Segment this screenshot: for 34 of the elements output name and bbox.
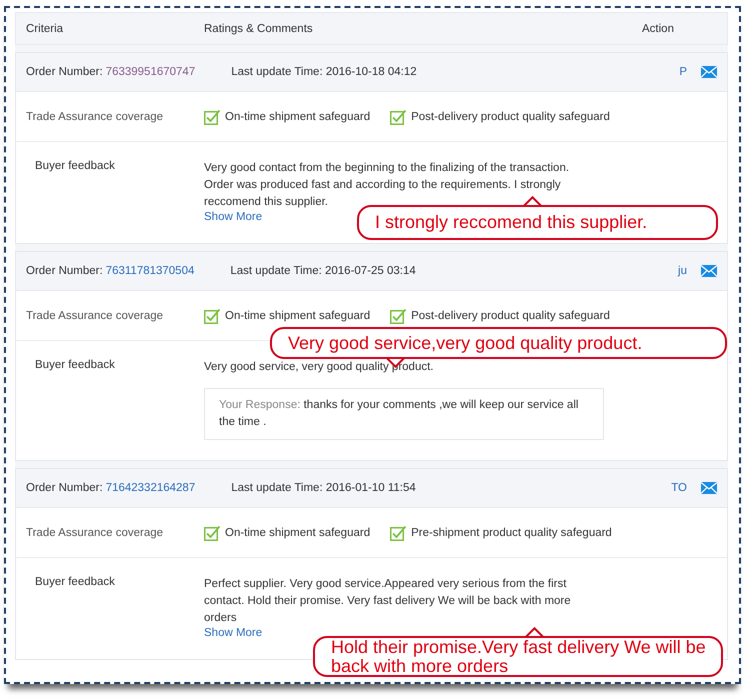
safeguard-label: On-time shipment safeguard — [225, 526, 370, 538]
mail-icon[interactable] — [701, 482, 717, 494]
update-time: Last update Time: 2016-07-25 03:14 — [230, 265, 417, 277]
contact-link[interactable]: ju — [678, 265, 687, 277]
order-number-link[interactable]: 76311781370504 — [106, 265, 194, 277]
order-number: Order Number: — [26, 482, 103, 494]
order-number: Order Number: — [26, 265, 103, 277]
criteria-label: Trade Assurance coverage — [26, 110, 164, 122]
criteria-label: Trade Assurance coverage — [26, 310, 164, 322]
safeguard-label: On-time shipment safeguard — [225, 110, 370, 122]
column-header: Action — [642, 22, 675, 34]
contact-link[interactable]: P — [679, 66, 687, 78]
contact-link[interactable]: TO — [671, 482, 687, 494]
update-time: Last update Time: 2016-01-10 11:54 — [231, 482, 417, 494]
order-number-link[interactable]: 71642332164287 — [106, 482, 196, 494]
order-number-link[interactable]: 76339951670747 — [106, 66, 196, 78]
criteria-label: Buyer feedback — [35, 160, 116, 174]
show-more-link[interactable]: Show More — [204, 211, 262, 223]
criteria-label: Buyer feedback — [35, 359, 116, 373]
mail-icon[interactable] — [701, 66, 717, 78]
safeguard-label: Post-delivery product quality safeguard — [411, 110, 610, 122]
feedback-text: Perfect supplier. Very good service.Appeared very serious from the first contact. Hold their promise. Very fast delivery We will be back with more orders — [204, 577, 572, 626]
criteria-label: Trade Assurance coverage — [26, 526, 164, 538]
safeguard-label: Pre-shipment product quality safeguard — [411, 526, 612, 538]
update-time: Last update Time: 2016-10-18 04:12 — [231, 66, 418, 78]
safeguard-label: On-time shipment safeguard — [225, 310, 370, 322]
order-number: Order Number: — [26, 66, 103, 78]
column-header: Ratings & Comments — [204, 22, 314, 34]
mail-icon[interactable] — [701, 265, 717, 277]
criteria-label: Buyer feedback — [35, 576, 116, 590]
show-more-link[interactable]: Show More — [204, 627, 262, 639]
seller-response: Your Response: thanks for your comments ,we will keep our service all the time . — [204, 388, 604, 440]
column-header: Criteria — [26, 22, 64, 34]
safeguard-label: Post-delivery product quality safeguard — [411, 310, 610, 322]
